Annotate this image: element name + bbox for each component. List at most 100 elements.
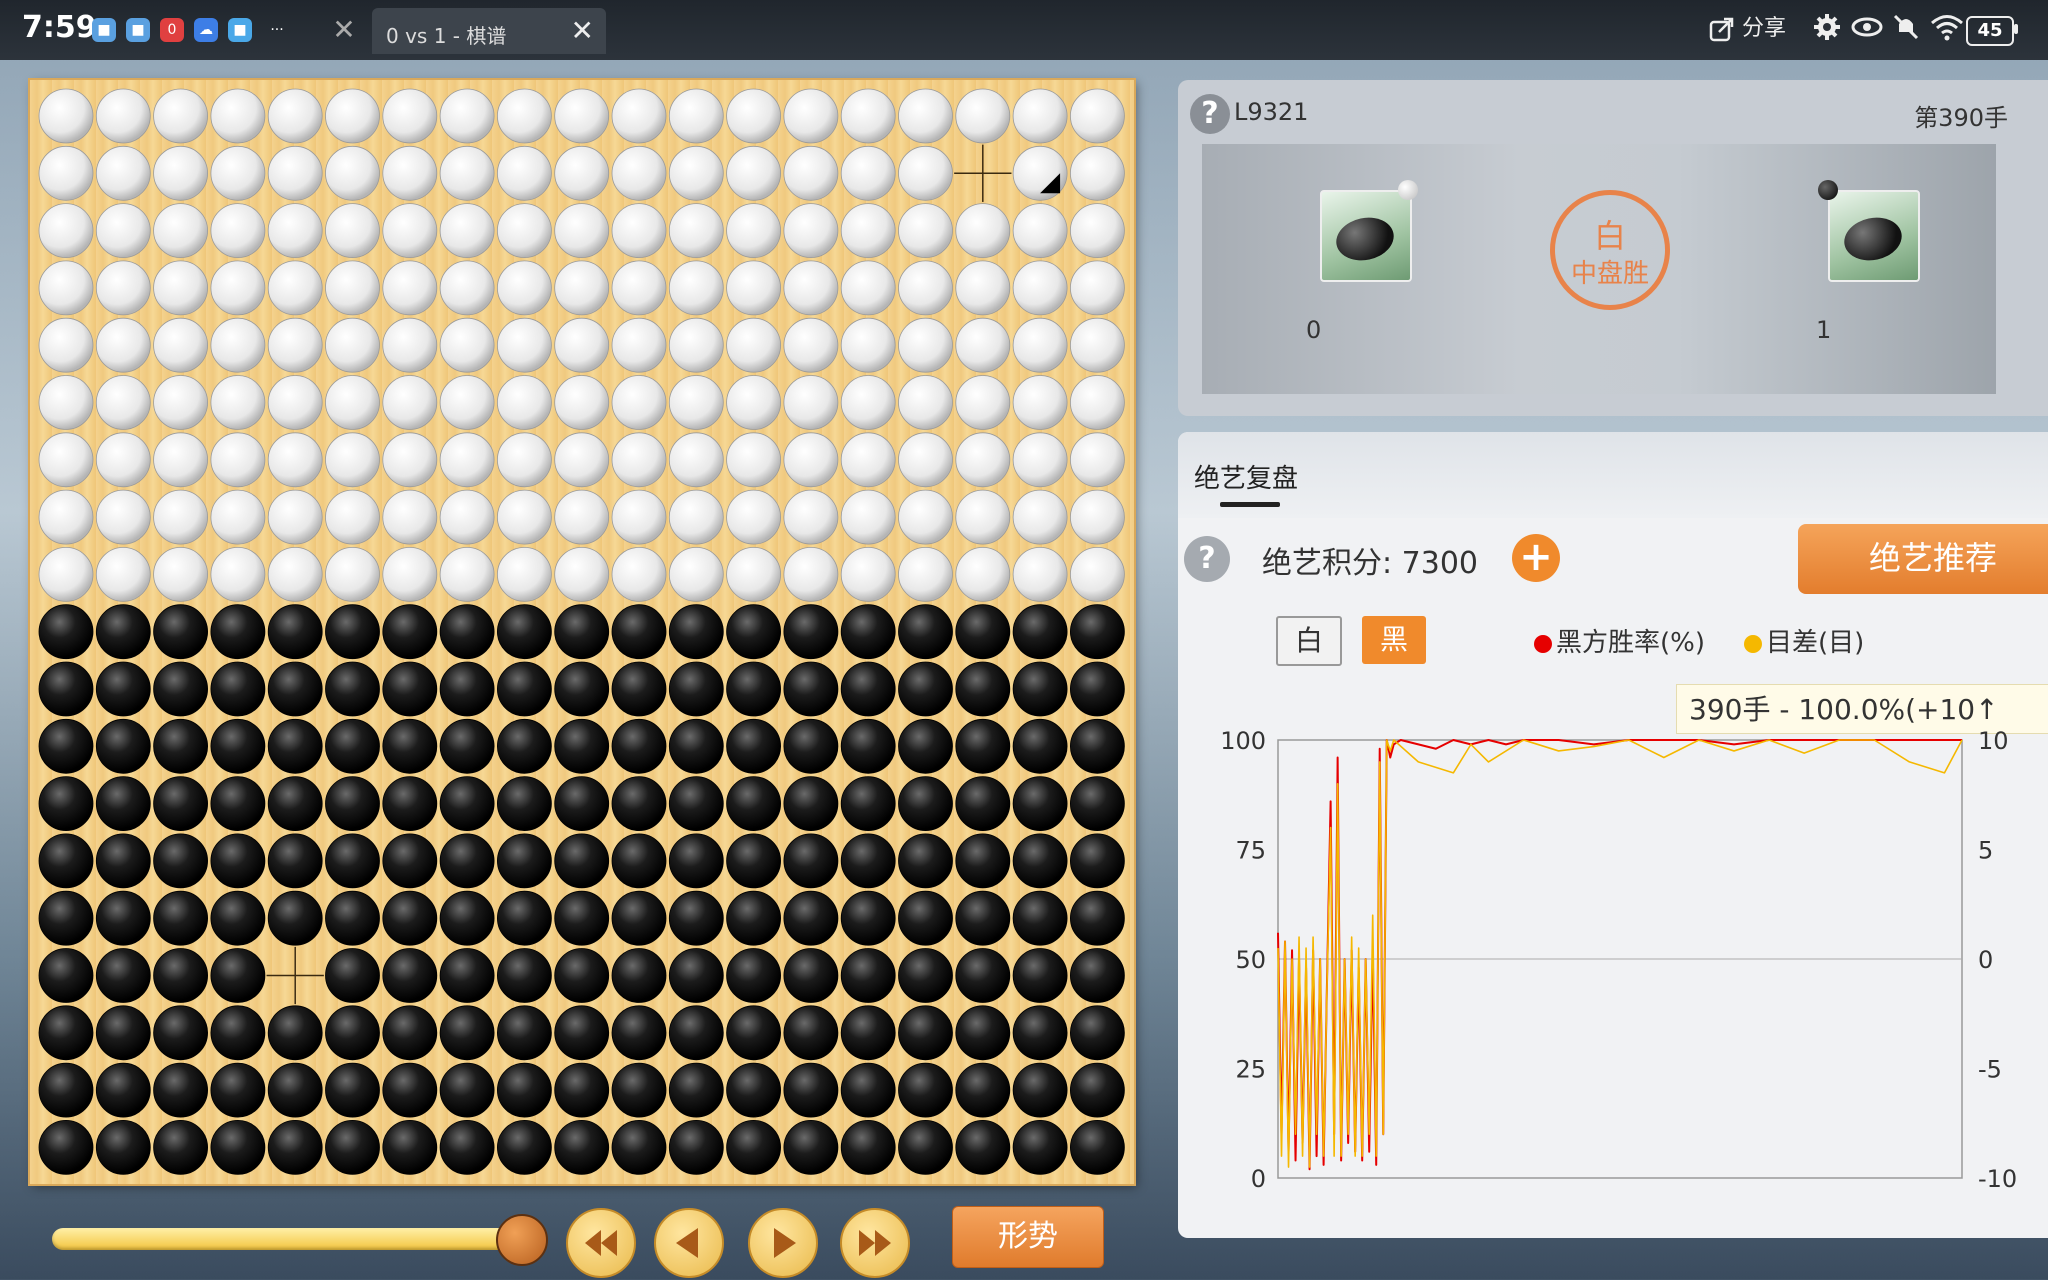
black-stone: [955, 1120, 1011, 1175]
white-stone: [210, 432, 266, 488]
tab-game-record[interactable]: 0 vs 1 - 棋谱 ✕: [372, 8, 606, 54]
gear-icon[interactable]: [1812, 12, 1842, 42]
white-stone: [210, 203, 266, 259]
white-stone: [668, 432, 724, 488]
black-stone: [496, 948, 552, 1003]
black-stone: [439, 948, 495, 1003]
wifi-icon: [1930, 15, 1963, 41]
share-button[interactable]: 分享: [1708, 10, 1786, 43]
white-player-avatar[interactable]: [1320, 190, 1412, 282]
board-canvas[interactable]: [30, 80, 1134, 1184]
black-stone: [726, 1120, 781, 1175]
white-stone: [726, 203, 781, 259]
white-stone: [898, 317, 953, 373]
y-right-tick: 10: [1978, 727, 2009, 755]
black-player-avatar[interactable]: [1828, 190, 1920, 282]
white-stone: [1070, 88, 1125, 144]
white-stone: [267, 375, 323, 430]
position-evaluation-button[interactable]: 形势: [952, 1206, 1104, 1268]
more-notifications-icon: ···: [270, 22, 284, 38]
black-stone: [153, 1120, 209, 1175]
black-stone: [898, 604, 953, 660]
move-slider-track[interactable]: [52, 1228, 522, 1250]
black-stone: [840, 1120, 896, 1175]
black-stone: [38, 604, 94, 660]
step-forward-button[interactable]: [748, 1208, 818, 1278]
black-stone: [325, 890, 380, 946]
black-stone: [267, 1120, 323, 1175]
y-left-tick: 100: [1220, 727, 1266, 755]
white-stone: [1012, 88, 1068, 144]
white-stone: [554, 145, 610, 201]
step-backward-button[interactable]: [654, 1208, 724, 1278]
white-stone: [382, 317, 438, 373]
black-stone: [1070, 833, 1125, 889]
black-stone: [668, 1120, 724, 1175]
black-stone: [153, 833, 209, 889]
black-stone: [38, 661, 94, 717]
white-stone: [153, 145, 209, 201]
tab-close-button[interactable]: ✕: [571, 14, 594, 47]
fast-backward-button[interactable]: [566, 1208, 636, 1278]
go-board[interactable]: [30, 80, 1134, 1184]
black-stone: [668, 890, 724, 946]
white-stone: [382, 88, 438, 144]
move-slider-knob[interactable]: [496, 1214, 548, 1266]
black-stone: [668, 776, 724, 831]
black-stone: [38, 890, 94, 946]
black-stone: [325, 776, 380, 831]
white-stone: [153, 375, 209, 430]
white-stone: [38, 260, 94, 316]
share-icon: [1709, 17, 1734, 42]
fast-forward-button[interactable]: [840, 1208, 910, 1278]
black-stone: [382, 1062, 438, 1118]
black-stone: [38, 1120, 94, 1175]
tab-close-button[interactable]: ✕: [314, 10, 374, 50]
player-panel: ? L9321 第390手 0 白 中盘胜 1: [1178, 80, 2048, 416]
white-stone: [439, 260, 495, 316]
black-stone: [439, 661, 495, 717]
black-stone: [554, 604, 610, 660]
white-stone: [611, 203, 667, 259]
white-stone: [955, 546, 1011, 602]
white-stone: [382, 432, 438, 488]
black-stone: [611, 776, 667, 831]
white-stone: [95, 203, 151, 259]
black-stone: [153, 718, 209, 774]
white-stone: [898, 546, 953, 602]
help-icon[interactable]: ?: [1190, 94, 1230, 134]
white-stone: [1012, 203, 1068, 259]
win-rate-chart[interactable]: 10075502501050-5-10: [1178, 432, 2048, 1238]
black-stone: [783, 604, 839, 660]
white-stone: [955, 375, 1011, 430]
white-stone: [325, 88, 380, 144]
white-stone: [153, 260, 209, 316]
fast-forward-icon: [859, 1230, 891, 1256]
black-stone: [95, 948, 151, 1003]
black-stone: [611, 1062, 667, 1118]
eye-icon: [1851, 17, 1883, 37]
black-stone: [668, 604, 724, 660]
game-id: L9321: [1234, 98, 1309, 126]
black-stone: [726, 718, 781, 774]
black-stone: [95, 604, 151, 660]
battery-indicator: 45: [1966, 16, 2014, 46]
white-stone: [95, 145, 151, 201]
white-stone: [783, 145, 839, 201]
white-stone: [1070, 375, 1125, 430]
black-stone: [210, 1120, 266, 1175]
black-stone: [1012, 661, 1068, 717]
white-stone: [840, 145, 896, 201]
white-stone: [840, 317, 896, 373]
white-stone: [726, 432, 781, 488]
black-stone: [439, 833, 495, 889]
white-stone: [439, 88, 495, 144]
white-stone: [783, 203, 839, 259]
white-stone: [554, 489, 610, 545]
clock: 7:59: [22, 10, 97, 45]
black-stone: [153, 661, 209, 717]
black-stone: [496, 1120, 552, 1175]
black-stone: [1070, 718, 1125, 774]
black-stone: [1070, 1062, 1125, 1118]
white-stone: [38, 489, 94, 545]
